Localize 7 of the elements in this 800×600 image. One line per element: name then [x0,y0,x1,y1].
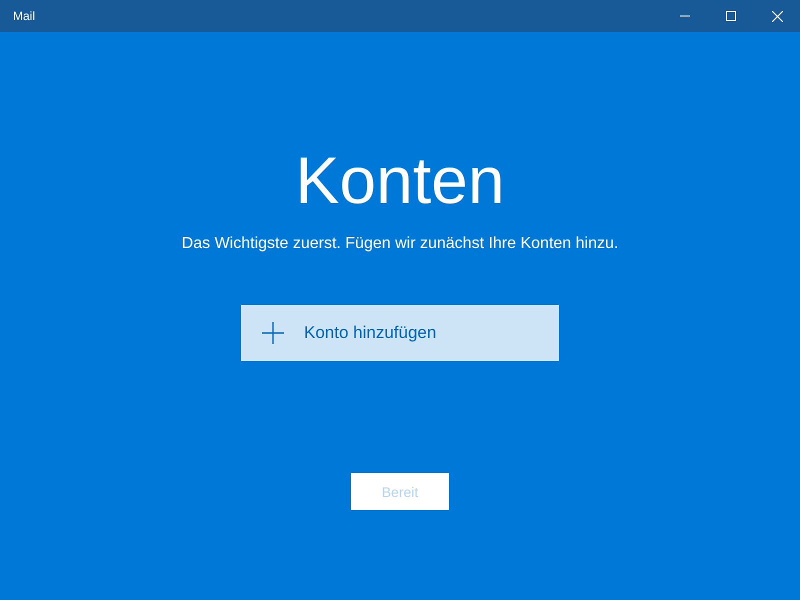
add-account-button[interactable]: Konto hinzufügen [241,305,559,361]
subtitle: Das Wichtigste zuerst. Fügen wir zunächst Ihre Konten hinzu. [182,234,618,254]
close-icon [772,10,782,22]
window-title: Mail [13,9,36,23]
heading: Konten [295,142,505,219]
maximize-icon [726,11,736,21]
plus-icon [262,322,284,344]
